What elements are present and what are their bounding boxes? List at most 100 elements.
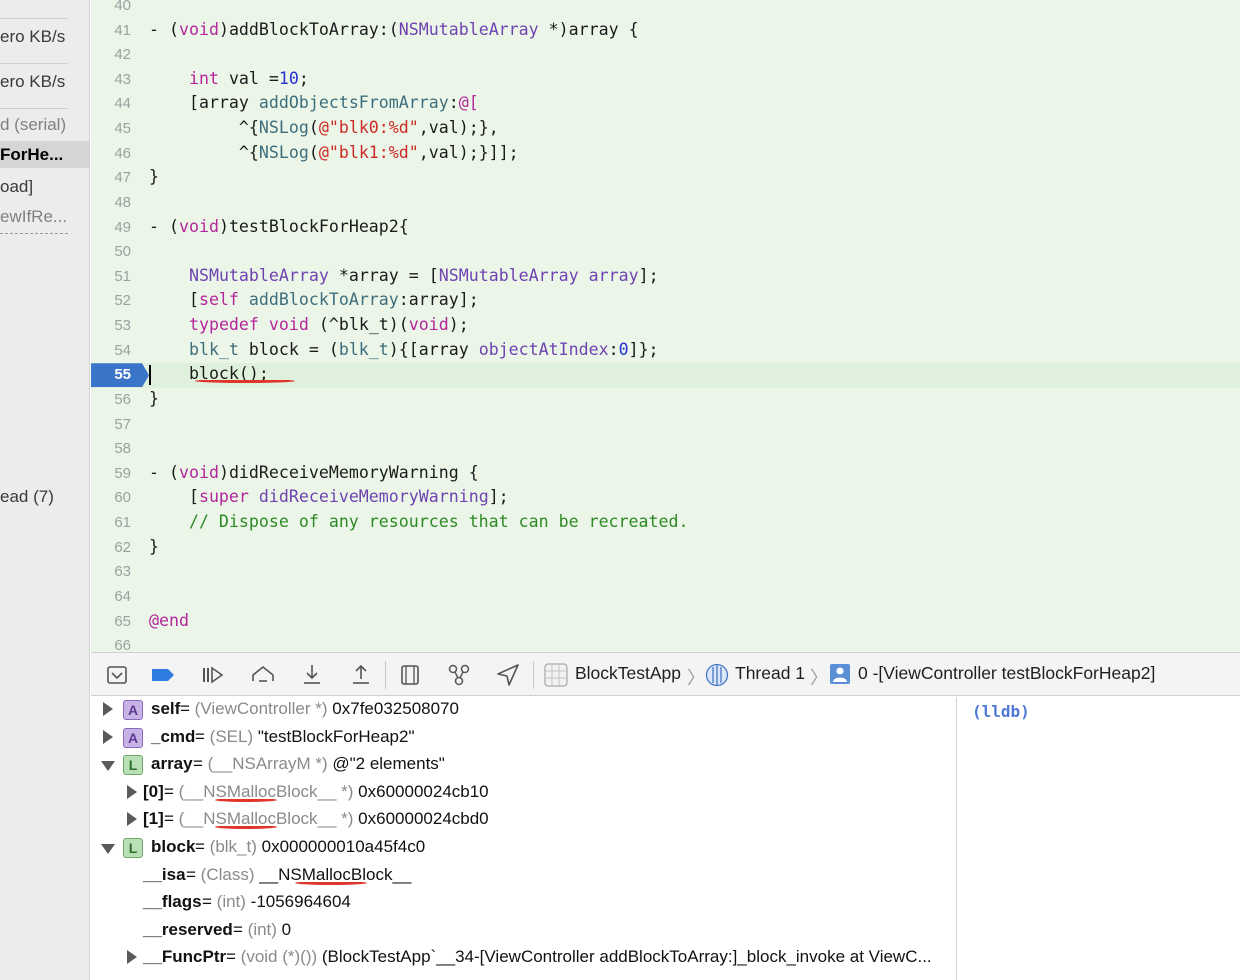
- variable-row[interactable]: __FuncPtr = (void (*)()) (BlockTestApp`_…: [91, 945, 956, 973]
- code-token: - (: [149, 19, 179, 39]
- code-line[interactable]: 61 // Dispose of any resources that can …: [91, 511, 1240, 536]
- line-number: 59: [114, 464, 131, 482]
- line-number: 62: [114, 538, 131, 556]
- code-token: (: [308, 142, 319, 162]
- hide-debug-area-icon[interactable]: [103, 661, 131, 689]
- code-line[interactable]: 49 - (void)testBlockForHeap2{: [91, 216, 1240, 241]
- code-token: void: [178, 216, 219, 236]
- code-line[interactable]: 51 NSMutableArray *array = [NSMutableArr…: [91, 265, 1240, 290]
- code-text: int val =10;: [149, 69, 309, 88]
- navigator-item[interactable]: ead (7): [0, 486, 89, 508]
- code-text: }: [149, 537, 159, 556]
- code-token: ]};: [628, 339, 659, 359]
- code-line[interactable]: 58: [91, 437, 1240, 462]
- code-line[interactable]: 46 ^{NSLog(@"blk1:%d",val);}]];: [91, 142, 1240, 167]
- variable-row[interactable]: Larray = (__NSArrayM *) @"2 elements": [91, 752, 956, 780]
- line-number: 56: [114, 390, 131, 408]
- variable-value-text: 0: [276, 919, 292, 939]
- view-hierarchy-icon[interactable]: [396, 661, 424, 689]
- code-line[interactable]: 59 - (void)didReceiveMemoryWarning {: [91, 462, 1240, 487]
- code-line[interactable]: 66: [91, 634, 1240, 652]
- code-token: (^blk_t)(: [308, 315, 409, 335]
- code-line[interactable]: 50: [91, 240, 1240, 265]
- code-line[interactable]: 56}: [91, 388, 1240, 413]
- navigator-item[interactable]: ero KB/s: [0, 26, 89, 48]
- code-line[interactable]: 47}: [91, 166, 1240, 191]
- memory-graph-icon[interactable]: [445, 661, 473, 689]
- code-token: - (: [149, 462, 179, 482]
- step-over-icon[interactable]: [249, 661, 277, 689]
- annotation-underline: [295, 881, 367, 885]
- navigator-item[interactable]: ForHe...: [0, 141, 89, 168]
- code-token: )didReceiveMemoryWarning {: [218, 462, 479, 482]
- disclosure-collapsed-icon[interactable]: [103, 702, 113, 716]
- disclosure-collapsed-icon[interactable]: [127, 950, 137, 965]
- breadcrumb-frame[interactable]: 0 -[ViewController testBlockForHeap2]: [858, 663, 1155, 684]
- code-token: NSLog: [258, 142, 309, 162]
- code-line[interactable]: 63: [91, 560, 1240, 585]
- simulate-location-icon[interactable]: [494, 661, 522, 689]
- variable-row[interactable]: __isa = (Class) __NSMallocBlock__: [91, 863, 956, 891]
- variable-type: (void (*)()): [240, 947, 318, 967]
- code-line[interactable]: 44 [array addObjectsFromArray:@[: [91, 92, 1240, 117]
- lldb-prompt: (lldb): [972, 702, 1030, 721]
- variables-view[interactable]: Aself = (ViewController *) 0x7fe03250807…: [91, 697, 957, 980]
- disclosure-collapsed-icon[interactable]: [127, 812, 137, 827]
- code-line[interactable]: 57: [91, 413, 1240, 438]
- code-line[interactable]: 41 - (void)addBlockToArray:(NSMutableArra…: [91, 19, 1240, 44]
- navigator-divider: [0, 233, 68, 234]
- code-line[interactable]: 52 [self addBlockToArray:array];: [91, 289, 1240, 314]
- disclosure-collapsed-icon[interactable]: [103, 729, 113, 744]
- variable-row[interactable]: Lblock = (blk_t) 0x000000010a45f4c0: [91, 835, 956, 863]
- code-line[interactable]: 43 int val =10;: [91, 68, 1240, 93]
- code-token: NSLog: [258, 118, 309, 138]
- disclosure-expanded-icon[interactable]: [101, 844, 115, 854]
- code-token: - (: [149, 216, 179, 236]
- code-line[interactable]: 45 ^{NSLog(@"blk0:%d",val);},: [91, 117, 1240, 142]
- continue-icon[interactable]: [199, 661, 227, 689]
- code-line[interactable]: 62}: [91, 536, 1240, 561]
- lldb-console[interactable]: (lldb): [958, 697, 1240, 980]
- breadcrumb-thread[interactable]: Thread 1: [735, 663, 805, 684]
- disclosure-collapsed-icon[interactable]: [127, 784, 137, 799]
- line-number: 41: [114, 21, 131, 39]
- navigator-item[interactable]: ewIfRe...: [0, 206, 89, 228]
- navigator-item[interactable]: d (serial): [0, 114, 89, 136]
- current-line[interactable]: 55 block();: [91, 363, 1240, 388]
- breadcrumb-app[interactable]: BlockTestApp: [575, 663, 681, 684]
- code-line[interactable]: 65 @end: [91, 610, 1240, 635]
- debug-bar: BlockTestApp 〉 Thread 1 〉 0 -[ViewContro…: [91, 652, 1240, 696]
- variable-name: array: [151, 754, 193, 774]
- code-text: NSMutableArray *array = [NSMutableArray …: [149, 266, 659, 285]
- navigator-item[interactable]: oad]: [0, 176, 89, 198]
- step-into-icon[interactable]: [298, 661, 326, 689]
- line-number: 48: [114, 193, 131, 211]
- step-out-icon[interactable]: [347, 661, 375, 689]
- breakpoints-toggle-icon[interactable]: [149, 661, 177, 689]
- code-token: )testBlockForHeap2{: [218, 216, 409, 236]
- code-token: NSMutableArray: [398, 19, 539, 39]
- code-token: void: [178, 462, 219, 482]
- code-text: }: [149, 389, 159, 408]
- code-line[interactable]: 53 typedef void (^blk_t)(void);: [91, 314, 1240, 339]
- navigator-item[interactable]: ero KB/s: [0, 71, 89, 93]
- code-line[interactable]: 48: [91, 191, 1240, 216]
- variable-row[interactable]: [0] = (__NSMallocBlock__ *) 0x60000024cb…: [91, 780, 956, 808]
- variable-row[interactable]: A _cmd = (SEL) "testBlockForHeap2": [91, 725, 956, 753]
- disclosure-expanded-icon[interactable]: [101, 761, 115, 772]
- code-token: didReceiveMemoryWarning: [258, 487, 489, 507]
- code-text: - (void)addBlockToArray:(NSMutableArray …: [149, 20, 639, 39]
- variable-type: (blk_t): [209, 837, 257, 856]
- variable-row[interactable]: __flags = (int) -1056964604: [91, 890, 956, 918]
- code-line[interactable]: 64: [91, 585, 1240, 610]
- code-line[interactable]: 54 blk_t block = (blk_t){[array objectAt…: [91, 339, 1240, 364]
- variable-row[interactable]: [1] = (__NSMallocBlock__ *) 0x60000024cb…: [91, 807, 956, 835]
- source-editor[interactable]: 40 41 - (void)addBlockToArray:(NSMutableAr…: [91, 0, 1240, 652]
- variable-row[interactable]: Aself = (ViewController *) 0x7fe03250807…: [91, 697, 956, 725]
- code-line[interactable]: 42: [91, 43, 1240, 68]
- variable-row[interactable]: __reserved = (int) 0: [91, 918, 956, 946]
- code-line[interactable]: 60 [super didReceiveMemoryWarning];: [91, 486, 1240, 511]
- code-line[interactable]: 40: [91, 0, 1240, 19]
- variable-value: = (__NSArrayM *) @"2 elements": [193, 754, 445, 774]
